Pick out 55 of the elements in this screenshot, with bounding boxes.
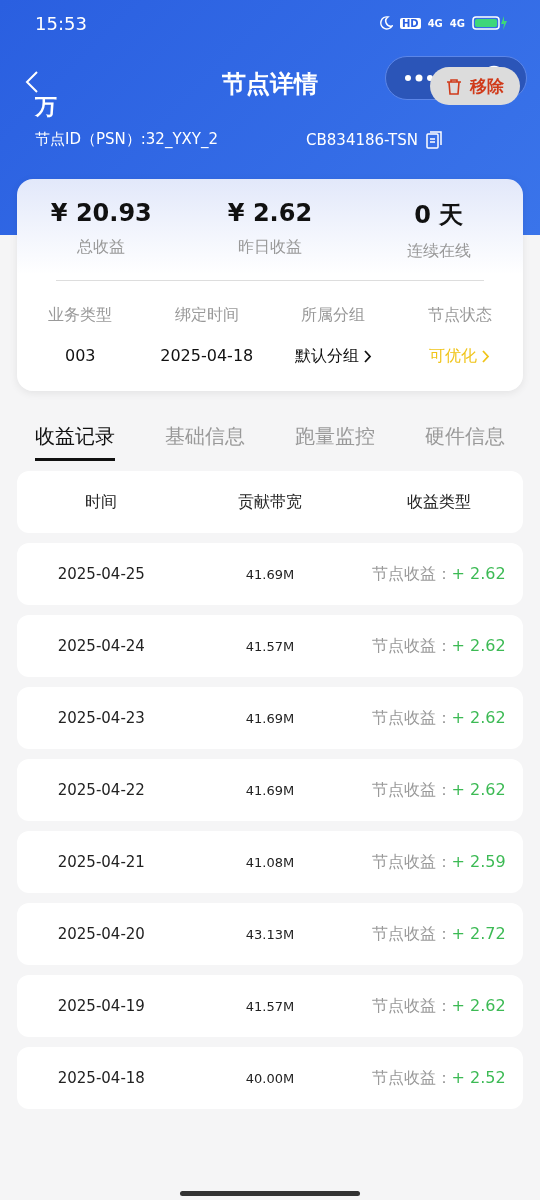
node-id: CB834186-TSN — [306, 130, 418, 149]
date-cell-text: 2025-04-23 — [56, 709, 146, 727]
network-label: 4G — [449, 17, 465, 29]
earning-type: 节点收益： — [371, 851, 452, 873]
page-title: 节点详情 — [221, 69, 319, 100]
stat-label: 连续在线 — [406, 241, 471, 262]
earning-amount: + 2.52 — [451, 1067, 506, 1089]
stat-label: 总收益 — [77, 237, 126, 258]
column-header: 时间 — [84, 491, 119, 513]
hd-badge: HD — [400, 17, 421, 29]
earning-type: 节点收益： — [371, 923, 452, 945]
date-cell-text: 2025-04-24 — [56, 637, 146, 655]
earning-amount: + 2.59 — [451, 851, 506, 873]
node-name: 万 — [34, 93, 55, 121]
status-time: 15:53 — [35, 12, 87, 34]
info-label: 绑定时间 — [174, 305, 239, 326]
node-id: 节点ID（PSN）:32_YXY_2 — [35, 130, 219, 149]
earning-amount: + 2.62 — [451, 779, 506, 801]
date-cell-text: 2025-04-18 — [56, 1069, 146, 1087]
info-value: 2025-04-18 — [160, 346, 254, 365]
date-cell-text: 2025-04-19 — [56, 997, 146, 1015]
earning-amount: + 2.62 — [451, 635, 506, 657]
bandwidth-cell-text: 41.69M — [244, 566, 296, 582]
stat-label: 昨日收益 — [238, 237, 302, 258]
date-cell-text: 2025-04-25 — [56, 565, 146, 583]
bandwidth-cell-text: 43.13M — [244, 926, 296, 942]
earning-type: 节点收益： — [371, 635, 452, 657]
info-value: 003 — [64, 346, 96, 365]
stat-value: ¥ 2.62 — [227, 199, 313, 227]
earning-amount: + 2.62 — [451, 563, 506, 585]
earning-type: 节点收益： — [371, 779, 452, 801]
earning-type: 节点收益： — [371, 1067, 452, 1089]
bandwidth-cell-text: 41.08M — [244, 854, 296, 870]
info-label: 所属分组 — [301, 305, 366, 326]
column-header: 贡献带宽 — [237, 491, 303, 513]
earning-type: 节点收益： — [371, 707, 452, 729]
earning-amount: + 2.72 — [451, 923, 506, 945]
earning-amount: + 2.62 — [451, 995, 506, 1017]
bandwidth-cell-text: 41.69M — [244, 710, 296, 726]
date-cell-text: 2025-04-21 — [56, 853, 146, 871]
date-cell-text: 2025-04-20 — [56, 925, 146, 943]
info-label: 业务类型 — [48, 305, 113, 326]
info-label: 节点状态 — [427, 305, 492, 326]
bandwidth-cell-text: 40.00M — [244, 1070, 296, 1086]
bandwidth-cell-text: 41.57M — [244, 638, 296, 654]
stat-value: 0 天 — [414, 200, 464, 231]
date-cell-text: 2025-04-22 — [56, 781, 146, 799]
earning-type: 节点收益： — [371, 563, 452, 585]
column-header: 收益类型 — [405, 491, 472, 513]
stat-value: ¥ 20.93 — [50, 199, 152, 227]
bandwidth-cell-text: 41.57M — [244, 998, 296, 1014]
earning-amount: + 2.62 — [451, 707, 506, 729]
earning-type: 节点收益： — [371, 995, 452, 1017]
bandwidth-cell-text: 41.69M — [244, 782, 296, 798]
network-label: 4G — [427, 17, 443, 29]
